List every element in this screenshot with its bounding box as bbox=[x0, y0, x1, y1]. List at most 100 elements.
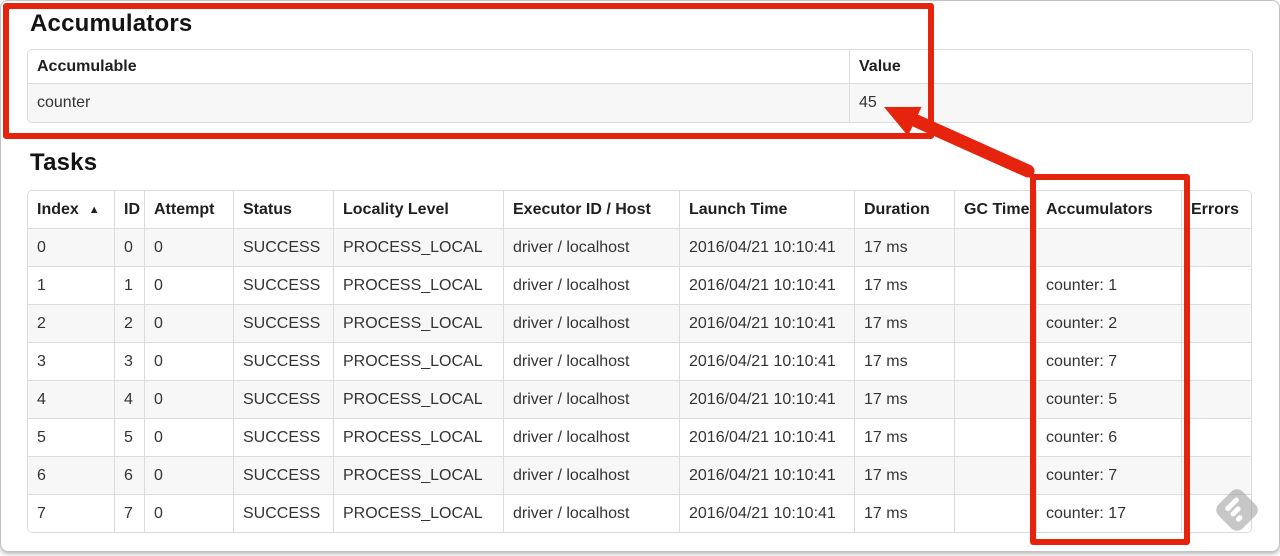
table-row: 6 6 0 SUCCESS PROCESS_LOCAL driver / localhos… bbox=[28, 456, 1251, 494]
cell-gc-time bbox=[954, 494, 1036, 532]
cell-accumulators: counter: 6 bbox=[1036, 418, 1181, 456]
column-header-locality-level[interactable]: Locality Level bbox=[333, 191, 503, 228]
cell-accumulators: counter: 17 bbox=[1036, 494, 1181, 532]
cell-attempt: 0 bbox=[144, 380, 233, 418]
tasks-table-header: Index ▲ ID Attempt Status Locality Level Execu… bbox=[28, 191, 1251, 228]
column-header-label: Index bbox=[37, 200, 79, 218]
sort-ascending-icon: ▲ bbox=[88, 203, 100, 216]
cell-id: 7 bbox=[114, 494, 144, 532]
cell-id: 5 bbox=[114, 418, 144, 456]
cell-attempt: 0 bbox=[144, 456, 233, 494]
column-header-index[interactable]: Index ▲ bbox=[28, 191, 114, 228]
cell-errors bbox=[1181, 456, 1251, 494]
column-header-accumulators[interactable]: Accumulators bbox=[1036, 191, 1181, 228]
cell-launch-time: 2016/04/21 10:10:41 bbox=[679, 304, 854, 342]
column-header-label: GC Time bbox=[964, 200, 1030, 218]
cell-index: 7 bbox=[28, 494, 114, 532]
cell-launch-time: 2016/04/21 10:10:41 bbox=[679, 380, 854, 418]
tasks-section-title: Tasks bbox=[30, 149, 98, 176]
accumulators-table-body: counter 45 bbox=[28, 83, 1252, 122]
cell-locality-level: PROCESS_LOCAL bbox=[333, 228, 503, 266]
cell-value: 45 bbox=[849, 83, 1252, 122]
cell-errors bbox=[1181, 228, 1251, 266]
cell-launch-time: 2016/04/21 10:10:41 bbox=[679, 342, 854, 380]
column-header-launch-time[interactable]: Launch Time bbox=[679, 191, 854, 228]
cell-locality-level: PROCESS_LOCAL bbox=[333, 380, 503, 418]
column-header-label: ID bbox=[124, 200, 140, 218]
cell-launch-time: 2016/04/21 10:10:41 bbox=[679, 228, 854, 266]
cell-index: 2 bbox=[28, 304, 114, 342]
cell-launch-time: 2016/04/21 10:10:41 bbox=[679, 494, 854, 532]
cell-attempt: 0 bbox=[144, 494, 233, 532]
column-header-errors[interactable]: Errors bbox=[1181, 191, 1251, 228]
cell-launch-time: 2016/04/21 10:10:41 bbox=[679, 418, 854, 456]
cell-accumulators: counter: 7 bbox=[1036, 342, 1181, 380]
cell-id: 1 bbox=[114, 266, 144, 304]
cell-errors bbox=[1181, 380, 1251, 418]
cell-status: SUCCESS bbox=[233, 304, 333, 342]
cell-accumulators: counter: 2 bbox=[1036, 304, 1181, 342]
cell-accumulators: counter: 5 bbox=[1036, 380, 1181, 418]
cell-locality-level: PROCESS_LOCAL bbox=[333, 418, 503, 456]
cell-locality-level: PROCESS_LOCAL bbox=[333, 304, 503, 342]
column-header-label: Executor ID / Host bbox=[513, 200, 651, 218]
cell-duration: 17 ms bbox=[854, 494, 954, 532]
table-row: 7 7 0 SUCCESS PROCESS_LOCAL driver / localhos… bbox=[28, 494, 1251, 532]
cell-launch-time: 2016/04/21 10:10:41 bbox=[679, 266, 854, 304]
column-header-value[interactable]: Value bbox=[849, 50, 1252, 83]
cell-locality-level: PROCESS_LOCAL bbox=[333, 342, 503, 380]
cell-accumulators: counter: 7 bbox=[1036, 456, 1181, 494]
cell-locality-level: PROCESS_LOCAL bbox=[333, 494, 503, 532]
cell-status: SUCCESS bbox=[233, 456, 333, 494]
tasks-table: Index ▲ ID Attempt Status Locality Level Execu… bbox=[27, 190, 1252, 533]
column-header-label: Duration bbox=[864, 200, 930, 218]
cell-launch-time: 2016/04/21 10:10:41 bbox=[679, 456, 854, 494]
cell-status: SUCCESS bbox=[233, 418, 333, 456]
cell-executor-id-host: driver / localhost bbox=[503, 418, 679, 456]
column-header-accumulable[interactable]: Accumulable bbox=[28, 50, 849, 83]
column-header-label: Status bbox=[243, 200, 292, 218]
spark-ui-screenshot: Accumulators Accumulable Value counter 45 … bbox=[0, 0, 1280, 556]
column-header-label: Accumulators bbox=[1046, 200, 1153, 218]
cell-accumulators bbox=[1036, 228, 1181, 266]
cell-executor-id-host: driver / localhost bbox=[503, 342, 679, 380]
cell-gc-time bbox=[954, 342, 1036, 380]
table-row: counter 45 bbox=[28, 83, 1252, 122]
accumulators-section-title: Accumulators bbox=[30, 10, 193, 37]
column-header-duration[interactable]: Duration bbox=[854, 191, 954, 228]
accumulators-table: Accumulable Value counter 45 bbox=[27, 49, 1253, 123]
column-header-label: Attempt bbox=[154, 200, 215, 218]
cell-status: SUCCESS bbox=[233, 266, 333, 304]
cell-id: 3 bbox=[114, 342, 144, 380]
column-header-executor-id-host[interactable]: Executor ID / Host bbox=[503, 191, 679, 228]
cell-duration: 17 ms bbox=[854, 380, 954, 418]
cell-errors bbox=[1181, 304, 1251, 342]
column-header-label: Errors bbox=[1191, 200, 1240, 218]
cell-accumulators: counter: 1 bbox=[1036, 266, 1181, 304]
cell-accumulable: counter bbox=[28, 83, 849, 122]
cell-id: 2 bbox=[114, 304, 144, 342]
cell-locality-level: PROCESS_LOCAL bbox=[333, 456, 503, 494]
cell-index: 0 bbox=[28, 228, 114, 266]
cell-locality-level: PROCESS_LOCAL bbox=[333, 266, 503, 304]
column-header-gc-time[interactable]: GC Time bbox=[954, 191, 1036, 228]
cell-id: 6 bbox=[114, 456, 144, 494]
cell-index: 4 bbox=[28, 380, 114, 418]
cell-executor-id-host: driver / localhost bbox=[503, 266, 679, 304]
cell-duration: 17 ms bbox=[854, 266, 954, 304]
cell-status: SUCCESS bbox=[233, 342, 333, 380]
cell-executor-id-host: driver / localhost bbox=[503, 228, 679, 266]
cell-duration: 17 ms bbox=[854, 228, 954, 266]
cell-index: 5 bbox=[28, 418, 114, 456]
column-header-label: Launch Time bbox=[689, 200, 788, 218]
column-header-status[interactable]: Status bbox=[233, 191, 333, 228]
cell-executor-id-host: driver / localhost bbox=[503, 494, 679, 532]
cell-status: SUCCESS bbox=[233, 494, 333, 532]
cell-errors bbox=[1181, 342, 1251, 380]
column-header-attempt[interactable]: Attempt bbox=[144, 191, 233, 228]
cell-index: 3 bbox=[28, 342, 114, 380]
table-row: 2 2 0 SUCCESS PROCESS_LOCAL driver / localhos… bbox=[28, 304, 1251, 342]
column-header-id[interactable]: ID bbox=[114, 191, 144, 228]
cell-attempt: 0 bbox=[144, 228, 233, 266]
table-row: 1 1 0 SUCCESS PROCESS_LOCAL driver / localhos… bbox=[28, 266, 1251, 304]
